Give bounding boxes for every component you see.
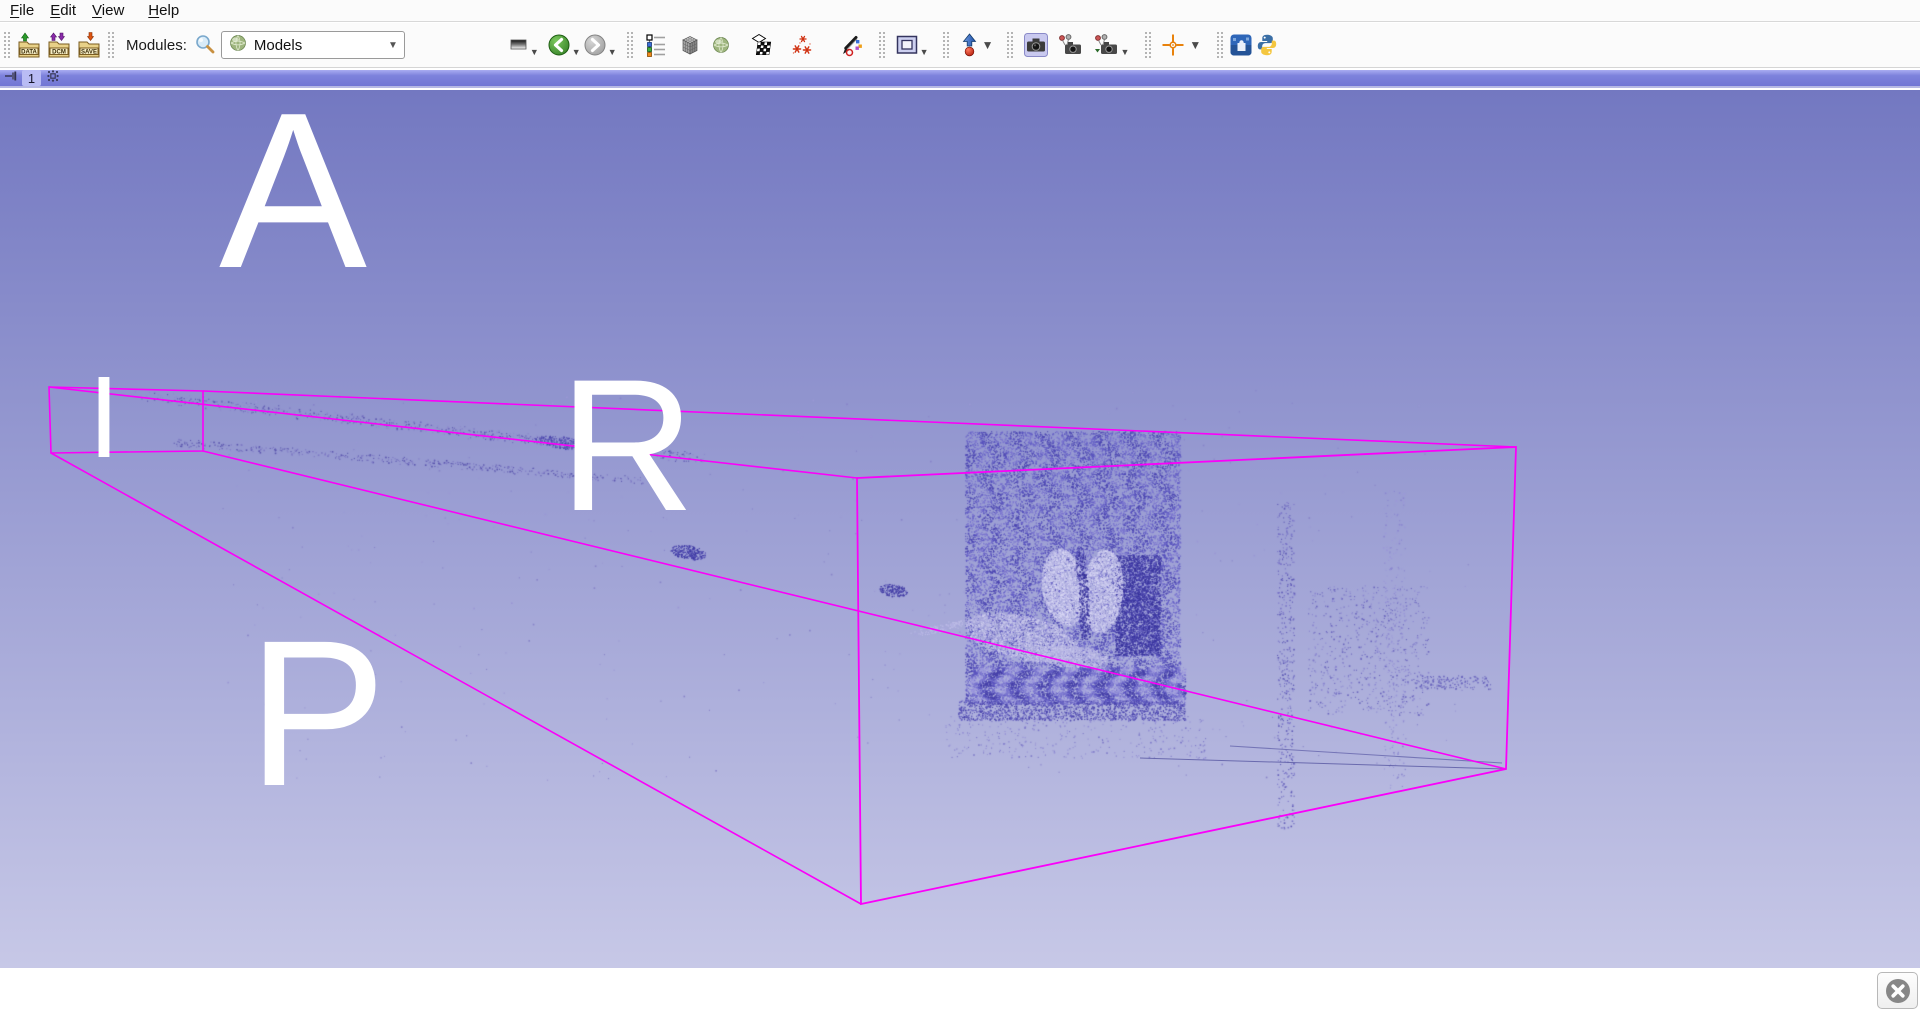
orientation-label-I: I (88, 352, 120, 482)
nav-back-icon (547, 33, 571, 57)
roi-wireframe-edge (51, 453, 861, 904)
place-point-icon (961, 33, 978, 57)
toolbar-handle[interactable] (1217, 32, 1223, 58)
dropdown-arrow-icon[interactable]: ▼ (1120, 47, 1129, 61)
transform-grid-icon (749, 33, 775, 57)
floor-edge-line (1230, 746, 1502, 763)
extensions-icon (1229, 33, 1253, 57)
dropdown-arrow-icon[interactable]: ▼ (530, 47, 539, 61)
layout-selector-button[interactable]: ▼ (895, 29, 929, 61)
bottom-panel (0, 968, 1920, 1012)
svg-text:DATA: DATA (21, 50, 37, 56)
toolbar-handle[interactable] (879, 32, 885, 58)
annotation-pen-icon (839, 33, 865, 57)
models-module-icon (228, 33, 248, 57)
orientation-label-R: R (559, 340, 695, 550)
module-history-button[interactable]: ▼ (509, 29, 539, 61)
roi-wireframe-edge (49, 387, 857, 478)
menu-edit[interactable]: Edit (42, 0, 84, 22)
scene-view-save-button[interactable] (1057, 29, 1083, 61)
transforms-module-button[interactable] (749, 29, 775, 61)
toolbar-handle[interactable] (943, 32, 949, 58)
svg-text:SAVE: SAVE (81, 50, 97, 56)
view-controller-bar: 1 (0, 70, 1920, 88)
roi-wireframe-edge (203, 451, 1506, 769)
dropdown-arrow-icon[interactable]: ▼ (572, 47, 581, 61)
scene-view-save-icon (1057, 33, 1083, 57)
load-data-icon: DATA (16, 31, 42, 59)
camera-icon (1023, 32, 1049, 58)
close-icon (1884, 977, 1912, 1005)
toolbar-handle[interactable] (1145, 32, 1151, 58)
toolbar-handle[interactable] (108, 32, 114, 58)
crosshair-button[interactable]: ▼ (1161, 29, 1201, 61)
extensions-manager-button[interactable] (1229, 29, 1253, 61)
load-dicom-button[interactable]: DCM (46, 29, 72, 61)
models-module-button[interactable] (711, 29, 731, 61)
scene-view-restore-icon (1093, 33, 1119, 57)
module-search-button[interactable] (193, 29, 217, 61)
python-console-button[interactable] (1255, 29, 1279, 61)
roi-wireframe-far-face (857, 447, 1516, 904)
markups-scatter-icon (789, 33, 815, 57)
toolbar-handle[interactable] (1007, 32, 1013, 58)
pin-icon[interactable] (4, 69, 18, 88)
roi-wireframe-edge (203, 391, 1516, 447)
annotations-button[interactable] (839, 29, 865, 61)
load-dicom-icon: DCM (46, 31, 72, 59)
python-icon (1255, 33, 1279, 57)
3d-viewport[interactable]: AI RP (0, 90, 1920, 968)
orientation-label-P: P (248, 598, 387, 830)
module-forward-button[interactable]: ▼ (583, 29, 617, 61)
menu-bar: FileEditView Help (0, 0, 1920, 22)
crosshair-icon (1161, 33, 1185, 57)
module-selector-value: Models (254, 37, 302, 54)
markups-module-button[interactable] (789, 29, 815, 61)
load-data-button[interactable]: DATA (16, 29, 42, 61)
toolbar-handle[interactable] (627, 32, 633, 58)
search-icon (193, 33, 217, 57)
module-selector[interactable]: Models ▼ (221, 31, 405, 59)
dropdown-arrow-icon[interactable]: ▼ (920, 47, 929, 61)
save-button[interactable]: SAVE (76, 29, 102, 61)
menu-help[interactable]: Help (140, 0, 187, 22)
subject-hierarchy-icon (643, 33, 667, 57)
chevron-down-icon: ▼ (388, 40, 398, 51)
dropdown-arrow-icon[interactable]: ▼ (608, 47, 617, 61)
menu-file[interactable]: File (2, 0, 42, 22)
scene-view-restore-button[interactable]: ▼ (1093, 29, 1129, 61)
dropdown-arrow-icon[interactable]: ▼ (982, 38, 994, 52)
layout-icon (895, 33, 919, 57)
data-module-button[interactable] (677, 29, 703, 61)
orientation-label-A: A (219, 90, 367, 315)
modules-label: Modules: (126, 37, 187, 54)
nav-forward-icon (583, 33, 607, 57)
voxel-cube-icon (677, 33, 703, 57)
models-module-icon (711, 35, 731, 55)
subject-hierarchy-button[interactable] (643, 29, 667, 61)
place-point-button[interactable]: ▼ (961, 29, 994, 61)
scene-overlay: AI RP (0, 90, 1920, 968)
roi-wireframe-near-face (49, 387, 203, 453)
svg-text:DCM: DCM (52, 50, 66, 56)
view-controller-icon[interactable] (45, 68, 61, 89)
view-label: 1 (22, 70, 41, 86)
main-toolbar: DATA DCM SAVE Modules: Models ▼ ▼ ▼ ▼ ▼ ▼ ▼ ▼ (0, 23, 1920, 68)
close-panel-button[interactable] (1877, 972, 1918, 1009)
history-gradient-icon (509, 34, 529, 56)
menu-view[interactable]: View (84, 0, 132, 22)
toolbar-handle[interactable] (4, 32, 10, 58)
dropdown-arrow-icon[interactable]: ▼ (1189, 38, 1201, 52)
screenshot-button[interactable] (1023, 29, 1049, 61)
save-icon: SAVE (76, 31, 102, 59)
module-back-button[interactable]: ▼ (547, 29, 581, 61)
